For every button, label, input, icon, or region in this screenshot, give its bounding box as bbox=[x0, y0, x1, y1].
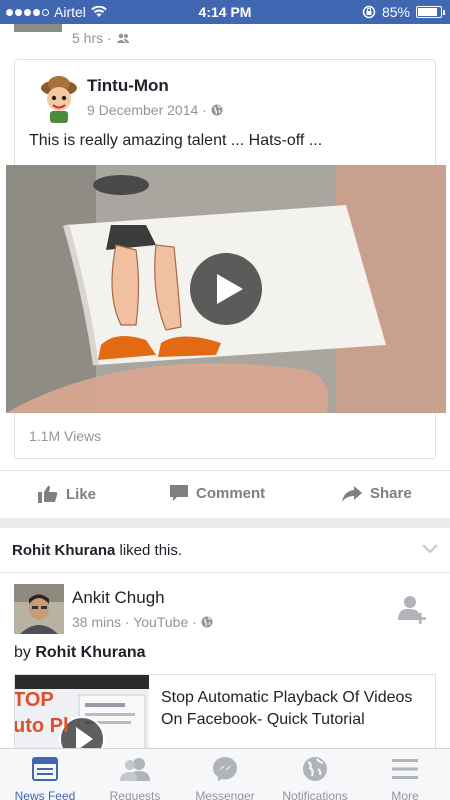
video-player[interactable] bbox=[6, 165, 446, 413]
feed-story: Rohit Khurana liked this. Ankit Chugh 38… bbox=[0, 528, 450, 748]
tab-requests[interactable]: Requests bbox=[90, 755, 180, 800]
previous-post-image bbox=[14, 24, 62, 32]
link-thumbnail: TOP uto Pl bbox=[15, 675, 149, 748]
divider bbox=[0, 572, 450, 573]
link-title: Stop Automatic Playback Of Videos On Fac… bbox=[161, 689, 413, 728]
news-feed[interactable]: 5 hrs · Tintu-Mon 9 December 2014 · This… bbox=[0, 24, 450, 748]
friend-requests-icon bbox=[120, 758, 150, 781]
post-author[interactable]: Tintu-Mon bbox=[87, 76, 169, 96]
thumbs-up-icon bbox=[38, 485, 58, 503]
public-globe-icon bbox=[211, 104, 223, 116]
like-button[interactable]: Like bbox=[38, 485, 96, 503]
battery-icon bbox=[416, 6, 445, 18]
messenger-icon bbox=[213, 757, 237, 781]
public-globe-icon bbox=[201, 616, 213, 628]
comment-bubble-icon bbox=[170, 485, 188, 501]
rotation-lock-icon bbox=[362, 5, 376, 19]
post-meta: 38 mins · YouTube · bbox=[72, 614, 213, 630]
action-bar: Like Comment Share bbox=[0, 470, 450, 518]
thumb-text: uto Pl bbox=[15, 715, 69, 737]
tintu-mon-avatar[interactable] bbox=[33, 72, 85, 124]
liker-name[interactable]: Rohit Khurana bbox=[12, 542, 115, 559]
shared-post[interactable]: Tintu-Mon 9 December 2014 · This is real… bbox=[6, 59, 446, 459]
status-bar: Airtel 4:14 PM 85% bbox=[0, 0, 450, 24]
tab-news-feed[interactable]: News Feed bbox=[0, 755, 90, 800]
link-preview[interactable]: TOP uto Pl Stop Automatic Playback Of Vi… bbox=[14, 674, 436, 748]
share-arrow-icon bbox=[342, 485, 362, 502]
post-date: 9 December 2014 · bbox=[87, 102, 223, 118]
share-button[interactable]: Share bbox=[342, 485, 412, 502]
byline: by Rohit Khurana bbox=[14, 644, 146, 661]
view-count: 1.1M Views bbox=[29, 428, 102, 444]
add-friend-icon[interactable] bbox=[398, 594, 428, 624]
post-text: This is really amazing talent ... Hats-o… bbox=[29, 132, 323, 149]
comment-button[interactable]: Comment bbox=[170, 485, 265, 502]
bottom-tab-bar: News Feed Requests Messenger Notificatio… bbox=[0, 748, 450, 800]
battery-percent: 85% bbox=[381, 4, 410, 20]
tab-more[interactable]: More bbox=[360, 755, 450, 800]
friends-audience-icon bbox=[116, 33, 130, 43]
post-author[interactable]: Ankit Chugh bbox=[72, 588, 165, 608]
feed-story: 5 hrs · Tintu-Mon 9 December 2014 · This… bbox=[0, 24, 450, 518]
thumb-text: TOP bbox=[15, 689, 54, 711]
previous-post-meta: 5 hrs · bbox=[72, 30, 130, 46]
globe-icon bbox=[303, 757, 327, 781]
tab-notifications[interactable]: Notifications bbox=[270, 755, 360, 800]
news-feed-icon bbox=[32, 757, 58, 781]
ankit-chugh-avatar[interactable] bbox=[14, 584, 64, 634]
chevron-down-icon[interactable] bbox=[422, 544, 438, 554]
menu-icon bbox=[392, 759, 418, 779]
byline-author[interactable]: Rohit Khurana bbox=[35, 644, 145, 661]
play-button-icon[interactable] bbox=[189, 252, 263, 326]
story-context: Rohit Khurana liked this. bbox=[12, 542, 183, 559]
tab-messenger[interactable]: Messenger bbox=[180, 755, 270, 800]
